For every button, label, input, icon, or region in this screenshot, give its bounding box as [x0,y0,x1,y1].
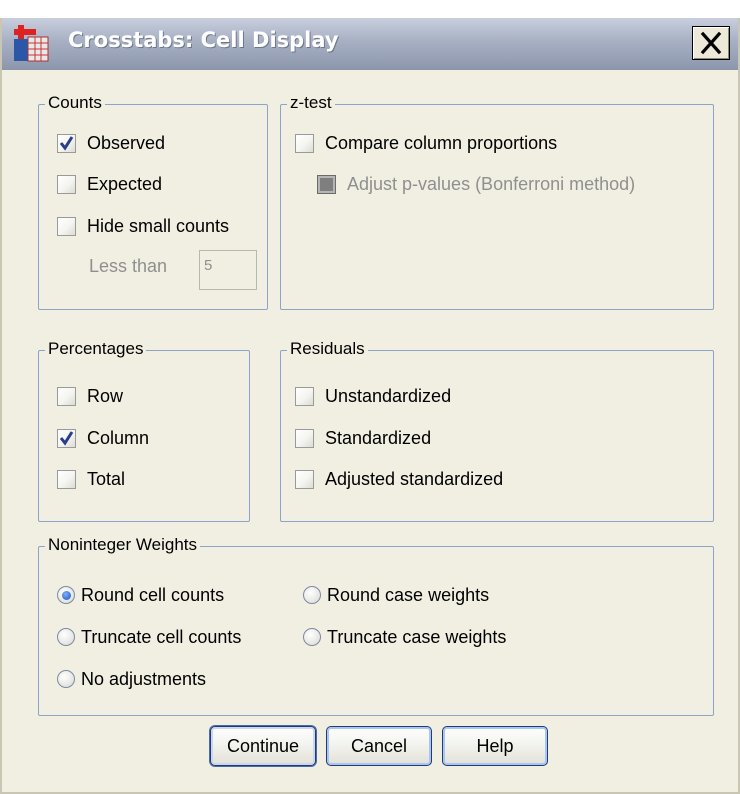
column-label: Column [87,427,150,448]
row-label: Row [87,385,124,406]
residuals-legend: Residuals [287,339,368,359]
standardized-label: Standardized [325,427,432,448]
title-bar[interactable]: Crosstabs: Cell Display [2,18,738,70]
row-percentage-checkbox[interactable]: Row [57,384,123,408]
truncate-case-weights-label: Truncate case weights [327,626,507,647]
less-than-label: Less than [89,256,168,276]
round-cell-counts-radio[interactable]: Round cell counts [57,583,224,607]
round-case-weights-label: Round case weights [327,584,490,605]
percentages-legend: Percentages [45,339,147,359]
radio-button[interactable] [57,628,75,646]
round-case-weights-radio[interactable]: Round case weights [303,583,489,607]
expected-checkbox[interactable]: Expected [57,172,162,196]
checkbox-box[interactable] [57,174,76,194]
radio-button[interactable] [303,586,321,604]
round-cell-counts-label: Round cell counts [81,584,225,605]
observed-label: Observed [87,132,166,153]
checkbox-box[interactable] [57,133,76,153]
counts-group: Counts Observed Expected Hide small coun… [38,93,268,310]
column-percentage-checkbox[interactable]: Column [57,426,149,450]
continue-button[interactable]: Continue [210,726,316,766]
percentages-group: Percentages Row Column Total [38,339,250,522]
radio-button[interactable] [57,586,75,604]
radio-button[interactable] [303,628,321,646]
truncate-cell-counts-radio[interactable]: Truncate cell counts [57,625,241,649]
truncate-case-weights-radio[interactable]: Truncate case weights [303,625,506,649]
radio-button[interactable] [57,670,75,688]
checkbox-box[interactable] [295,469,314,489]
adjusted-standardized-checkbox[interactable]: Adjusted standardized [295,467,503,491]
counts-legend: Counts [45,93,105,113]
hide-small-counts-checkbox[interactable]: Hide small counts [57,214,229,238]
adjusted-standardized-label: Adjusted standardized [325,468,504,489]
checkbox-box[interactable] [57,469,76,489]
compare-column-proportions-checkbox[interactable]: Compare column proportions [295,131,557,155]
checkbox-box [317,174,336,194]
radio-selected-dot [61,590,71,600]
check-mark-icon [59,430,74,446]
close-button[interactable] [692,26,730,60]
expected-label: Expected [87,173,163,194]
z-test-group: z-test Compare column proportions Adjust… [280,93,714,310]
unstandardized-checkbox[interactable]: Unstandardized [295,384,451,408]
checkbox-box[interactable] [295,386,314,406]
checkbox-box[interactable] [57,428,76,448]
unstandardized-label: Unstandardized [325,385,452,406]
cancel-button[interactable]: Cancel [326,726,432,766]
spss-crosstabs-icon [12,25,66,65]
noninteger-weights-legend: Noninteger Weights [45,535,200,555]
checkbox-box[interactable] [295,133,314,153]
no-adjustments-label: No adjustments [81,668,207,689]
window-title: Crosstabs: Cell Display [68,28,339,52]
residuals-group: Residuals Unstandardized Standardized Ad… [280,339,714,522]
z-test-legend: z-test [287,93,335,113]
compare-column-proportions-label: Compare column proportions [325,132,558,153]
crosstabs-cell-display-dialog: Crosstabs: Cell Display Counts Observed … [0,18,740,794]
less-than-input[interactable]: 5 [199,250,257,290]
hide-small-counts-label: Hide small counts [87,215,230,236]
no-adjustments-radio[interactable]: No adjustments [57,667,206,691]
checkbox-box[interactable] [57,216,76,236]
total-percentage-checkbox[interactable]: Total [57,467,125,491]
standardized-checkbox[interactable]: Standardized [295,426,431,450]
noninteger-weights-group: Noninteger Weights Round cell counts Rou… [38,535,714,716]
close-icon [700,31,722,55]
observed-checkbox[interactable]: Observed [57,131,165,155]
checkbox-box[interactable] [295,428,314,448]
truncate-cell-counts-label: Truncate cell counts [81,626,242,647]
adjust-p-values-label: Adjust p-values (Bonferroni method) [347,173,636,194]
checkbox-box[interactable] [57,386,76,406]
check-mark-icon [59,135,74,151]
total-label: Total [87,468,126,489]
help-button[interactable]: Help [442,726,548,766]
adjust-p-values-checkbox: Adjust p-values (Bonferroni method) [317,172,635,196]
